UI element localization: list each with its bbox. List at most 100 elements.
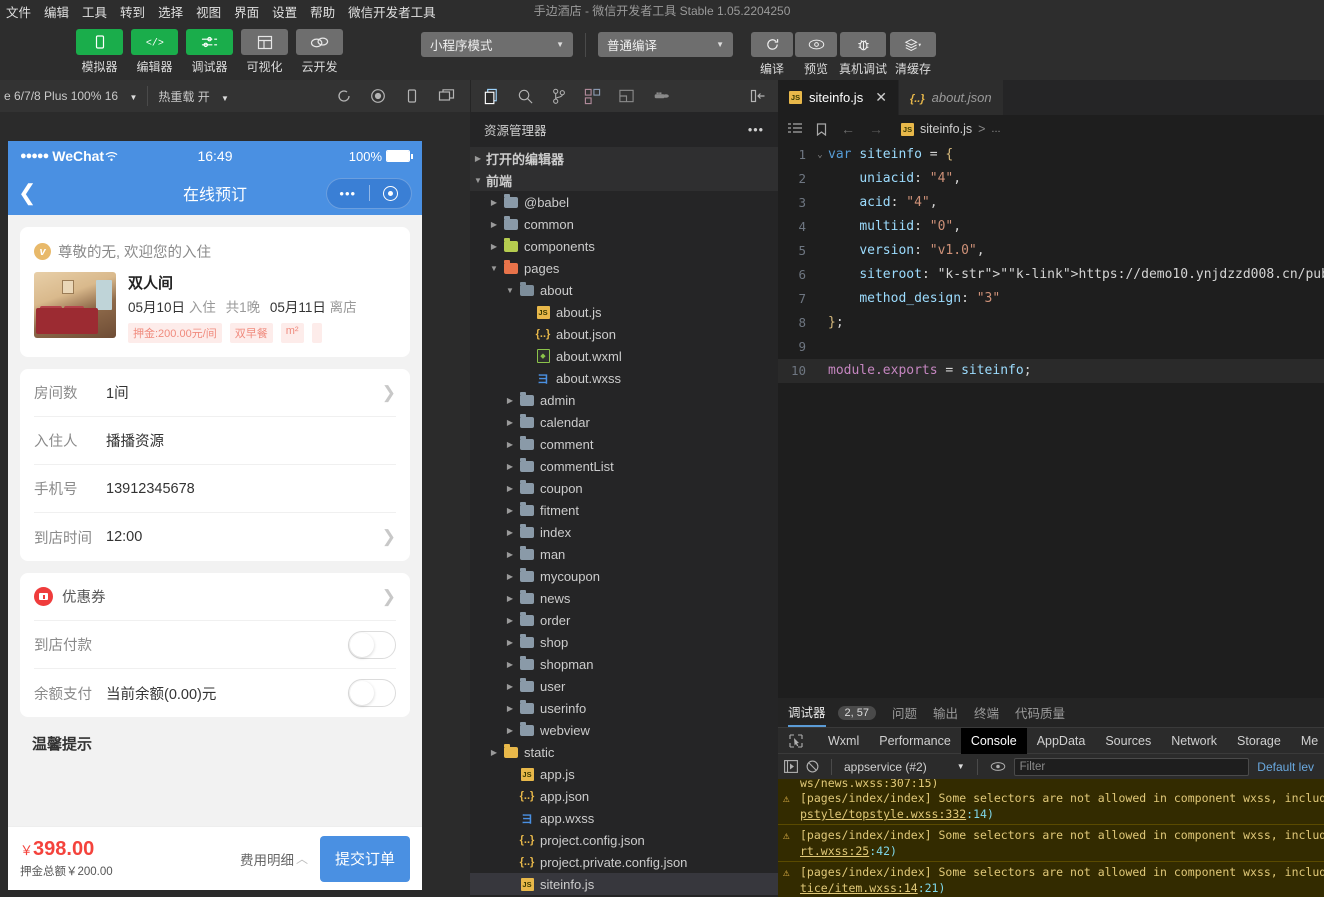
bookmark-icon[interactable] — [816, 123, 827, 136]
menu-item-1[interactable]: 编辑 — [44, 2, 69, 21]
devtools-tab-me[interactable]: Me — [1291, 728, 1324, 754]
refresh-icon[interactable] — [336, 88, 352, 104]
menu-item-5[interactable]: 视图 — [196, 2, 221, 21]
tree-item-about-js[interactable]: JSabout.js — [470, 301, 778, 323]
tree-item-about-wxss[interactable]: ヨabout.wxss — [470, 367, 778, 389]
devtools-tab-storage[interactable]: Storage — [1227, 728, 1291, 754]
debugger-tab-问题[interactable]: 问题 — [892, 698, 917, 727]
menu-item-9[interactable]: 微信开发者工具 — [348, 2, 436, 21]
tree-item-admin[interactable]: admin — [470, 389, 778, 411]
code-content[interactable]: 1⌄var siteinfo = {2 uniacid: "4",3 acid:… — [778, 143, 1324, 383]
tree-item-user[interactable]: user — [470, 675, 778, 697]
editor-tab-about-json[interactable]: {..}about.json — [899, 80, 1004, 115]
device-select[interactable]: e 6/7/8 Plus 100% 16 ▼ — [4, 89, 137, 103]
chevron-right-icon[interactable] — [502, 550, 518, 559]
close-icon[interactable]: ✕ — [875, 89, 887, 106]
form-row[interactable]: 房间数1间❯ — [34, 369, 396, 417]
tree-item-coupon[interactable]: coupon — [470, 477, 778, 499]
menu-item-2[interactable]: 工具 — [82, 2, 107, 21]
chevron-right-icon[interactable] — [502, 418, 518, 427]
menu-item-8[interactable]: 帮助 — [310, 2, 335, 21]
capsule-close-button[interactable] — [370, 186, 412, 201]
chevron-right-icon[interactable] — [502, 616, 518, 625]
editor-tab-siteinfo-js[interactable]: JSsiteinfo.js✕ — [778, 80, 899, 115]
debugger-tab-终端[interactable]: 终端 — [974, 698, 999, 727]
devtools-tab-appdata[interactable]: AppData — [1027, 728, 1096, 754]
chevron-down-icon[interactable] — [470, 176, 486, 185]
chevron-right-icon[interactable] — [486, 748, 502, 757]
tree-item-calendar[interactable]: calendar — [470, 411, 778, 433]
chevron-down-icon[interactable] — [502, 286, 518, 295]
tree-item-news[interactable]: news — [470, 587, 778, 609]
toolbar-toggle-2[interactable]: 调试器 — [186, 29, 233, 75]
devtools-tab-console[interactable]: Console — [961, 728, 1027, 754]
eye-icon[interactable] — [990, 761, 1006, 772]
tree-item-userinfo[interactable]: userinfo — [470, 697, 778, 719]
clear-cache-button[interactable]: ▾ 清缓存 — [889, 32, 937, 77]
toolbar-toggle-4[interactable]: 云开发 — [296, 29, 343, 75]
split-icon[interactable] — [618, 88, 635, 104]
chevron-right-icon[interactable] — [502, 528, 518, 537]
tree-item-shopman[interactable]: shopman — [470, 653, 778, 675]
more-icon[interactable]: ••• — [748, 123, 764, 137]
console-log-row[interactable]: ⚠[pages/index/index] Some selectors are … — [778, 862, 1324, 897]
menu-item-3[interactable]: 转到 — [120, 2, 145, 21]
toolbar-toggle-3[interactable]: 可视化 — [241, 29, 288, 75]
real-device-debug-button[interactable]: 真机调试 — [839, 32, 887, 77]
tree-item-app-wxss[interactable]: ヨapp.wxss — [470, 807, 778, 829]
tree-item-static[interactable]: static — [470, 741, 778, 763]
tree-item-index[interactable]: index — [470, 521, 778, 543]
source-control-icon[interactable] — [551, 88, 567, 105]
chevron-right-icon[interactable] — [502, 484, 518, 493]
tree-item-components[interactable]: components — [470, 235, 778, 257]
tree-item-app-js[interactable]: JSapp.js — [470, 763, 778, 785]
docker-icon[interactable] — [652, 89, 670, 103]
tree-item-comment[interactable]: comment — [470, 433, 778, 455]
tree-item-app-json[interactable]: {..}app.json — [470, 785, 778, 807]
search-icon[interactable] — [517, 88, 534, 105]
mode-select[interactable]: 小程序模式 ▼ — [421, 32, 573, 57]
tree-item-pages[interactable]: pages — [470, 257, 778, 279]
form-row[interactable]: 手机号13912345678 — [34, 465, 396, 513]
tree-item-mycoupon[interactable]: mycoupon — [470, 565, 778, 587]
fee-detail-link[interactable]: 费用明细 ︿ — [240, 849, 308, 869]
debugger-tab-调试器[interactable]: 调试器 — [788, 698, 826, 727]
breadcrumb-file[interactable]: JS siteinfo.js > ... — [901, 122, 1001, 136]
tree-item---[interactable]: 前端 — [470, 169, 778, 191]
tree-item-about-wxml[interactable]: ◆about.wxml — [470, 345, 778, 367]
compile-select[interactable]: 普通编译 ▼ — [598, 32, 733, 57]
tree-item--babel[interactable]: @babel — [470, 191, 778, 213]
chevron-right-icon[interactable] — [502, 660, 518, 669]
tree-item-project-config-json[interactable]: {..}project.config.json — [470, 829, 778, 851]
console-log-row[interactable]: ⚠[pages/index/index] Some selectors are … — [778, 788, 1324, 825]
inspect-icon[interactable] — [782, 734, 810, 748]
preview-button[interactable]: 预览 — [795, 32, 837, 77]
mobile-icon[interactable] — [404, 88, 420, 104]
compile-button[interactable]: 编译 — [751, 32, 793, 77]
pay-row[interactable]: 到店付款 — [34, 621, 396, 669]
run-icon[interactable] — [784, 760, 798, 773]
toolbar-toggle-1[interactable]: </>编辑器 — [131, 29, 178, 75]
chevron-right-icon[interactable] — [502, 682, 518, 691]
extensions-icon[interactable] — [584, 88, 601, 105]
chevron-right-icon[interactable] — [486, 198, 502, 207]
chevron-right-icon[interactable] — [502, 462, 518, 471]
chevron-down-icon[interactable] — [486, 264, 502, 273]
chevron-right-icon[interactable] — [502, 440, 518, 449]
submit-order-button[interactable]: 提交订单 — [320, 836, 410, 882]
record-icon[interactable] — [370, 88, 386, 104]
tree-item-fitment[interactable]: fitment — [470, 499, 778, 521]
clear-icon[interactable] — [806, 760, 819, 773]
debugger-tab-输出[interactable]: 输出 — [933, 698, 958, 727]
form-row[interactable]: 到店时间12:00❯ — [34, 513, 396, 561]
chevron-right-icon[interactable] — [502, 594, 518, 603]
pay-row[interactable]: 优惠券❯ — [34, 573, 396, 621]
debugger-tab-代码质量[interactable]: 代码质量 — [1015, 698, 1065, 727]
capsule-menu-icon[interactable]: ••• — [327, 186, 369, 201]
devtools-tab-sources[interactable]: Sources — [1095, 728, 1161, 754]
chevron-right-icon[interactable] — [486, 220, 502, 229]
menu-item-0[interactable]: 文件 — [6, 2, 31, 21]
context-select[interactable]: appservice (#2) ▼ — [844, 760, 965, 774]
console-filter-input[interactable]: Filter — [1014, 758, 1250, 776]
tree-item-commentlist[interactable]: commentList — [470, 455, 778, 477]
